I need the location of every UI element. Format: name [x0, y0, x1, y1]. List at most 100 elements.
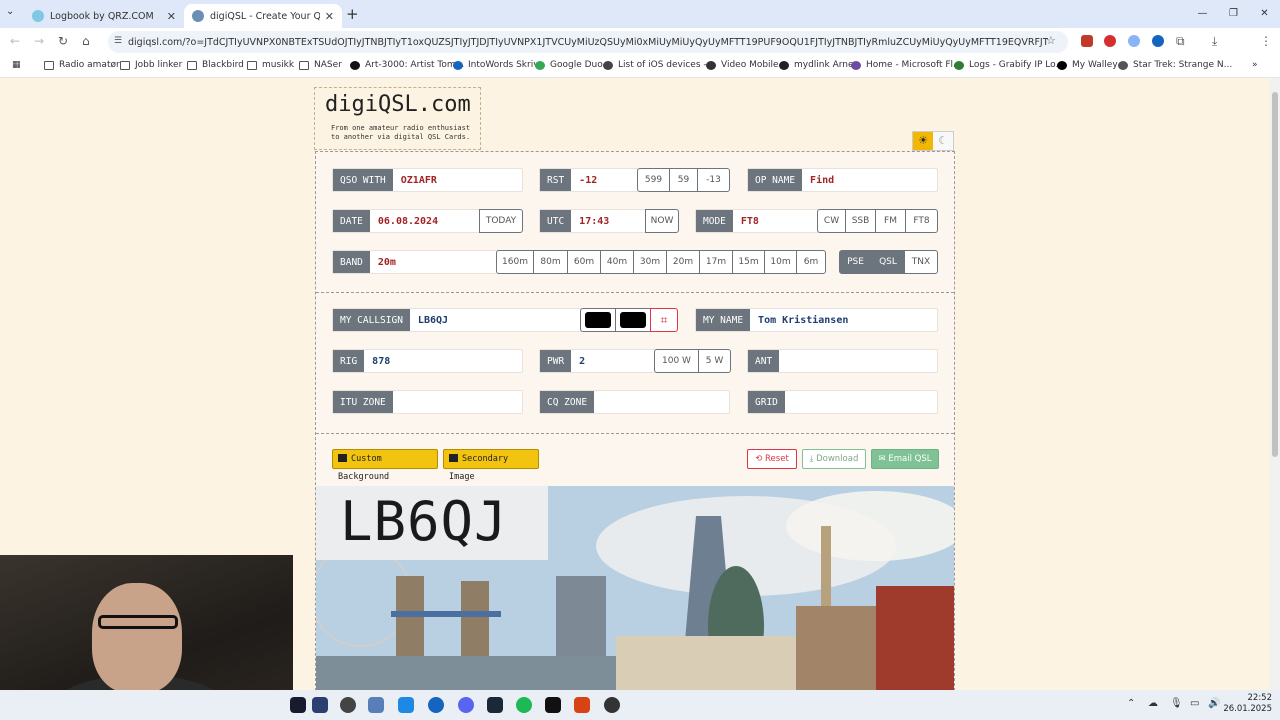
site-info-icon[interactable]: ☰ [114, 36, 122, 46]
rst-preset-button[interactable]: 59 [670, 168, 698, 192]
spotify-icon[interactable] [516, 697, 532, 713]
rst-field[interactable]: RST -12 [539, 168, 639, 192]
bookmark-link[interactable]: Google Duo [535, 60, 603, 70]
date-input[interactable]: 06.08.2024 [370, 210, 438, 232]
bookmark-link[interactable]: My Walley [1057, 60, 1118, 70]
secondary-image-button[interactable]: Secondary Image [443, 449, 539, 482]
reset-button[interactable]: ⟲ Reset [747, 449, 797, 469]
volume-icon[interactable]: 🔊 [1208, 698, 1220, 709]
close-tab-icon[interactable]: ✕ [325, 10, 334, 23]
band-preset-button[interactable]: 30m [634, 250, 667, 274]
menu-kebab-icon[interactable]: ⋮ [1260, 34, 1272, 48]
close-tab-icon[interactable]: ✕ [167, 10, 176, 23]
qso-with-input[interactable]: OZ1AFR [393, 169, 437, 191]
network-icon[interactable]: ▭ [1190, 698, 1199, 709]
band-preset-button[interactable]: 80m [534, 250, 568, 274]
tab-qrz[interactable]: Logbook by QRZ.COM ✕ [24, 4, 184, 28]
system-clock[interactable]: 22:52 26.01.2025 [1223, 693, 1272, 715]
pwr-preset-button[interactable]: 5 W [699, 349, 731, 373]
email-qsl-button[interactable]: ✉ Email QSL [871, 449, 939, 469]
bookmark-folder[interactable]: Blackbird [187, 60, 244, 70]
discord-icon[interactable] [458, 697, 474, 713]
bookmark-folder[interactable]: Jobb linker [120, 60, 182, 70]
pwr-field[interactable]: PWR 2 [539, 349, 656, 373]
adblock-icon[interactable] [1104, 35, 1116, 47]
shadow-color-swatch[interactable] [615, 308, 651, 332]
back-icon[interactable]: ← [10, 34, 20, 48]
band-preset-button[interactable]: 6m [797, 250, 826, 274]
tab-search-icon[interactable]: ⌄ [6, 6, 14, 17]
pse-toggle[interactable]: PSE [839, 250, 872, 274]
itu-zone-input[interactable] [393, 391, 401, 413]
taskbar-app-icon[interactable] [340, 697, 356, 713]
grid-field[interactable]: GRID [747, 390, 938, 414]
band-field[interactable]: BAND 20m [332, 250, 498, 274]
taskbar-app-icon[interactable] [290, 697, 306, 713]
steam-icon[interactable] [487, 697, 503, 713]
bookmark-folder[interactable]: Radio amatør [44, 60, 120, 70]
bookmark-link[interactable]: Video Mobile [706, 60, 779, 70]
new-tab-icon[interactable]: + [346, 5, 359, 23]
extensions-puzzle-icon[interactable]: ⧉ [1176, 34, 1185, 49]
download-icon[interactable]: ⤓ [1212, 34, 1217, 49]
bookmark-link[interactable]: Logs - Grabify IP Lo... [954, 60, 1064, 70]
band-preset-button[interactable]: 17m [700, 250, 733, 274]
pwr-input[interactable]: 2 [571, 350, 585, 372]
restore-icon[interactable]: ❐ [1218, 0, 1249, 28]
bookmark-folder[interactable]: NASer [299, 60, 342, 70]
cq-zone-field[interactable]: CQ ZONE [539, 390, 730, 414]
band-preset-button[interactable]: 60m [568, 250, 601, 274]
bookmark-star-icon[interactable]: ☆ [1046, 34, 1056, 47]
bookmark-link[interactable]: List of iOS devices -... [603, 60, 715, 70]
my-name-input[interactable]: Tom Kristiansen [750, 309, 848, 331]
qso-with-field[interactable]: QSO WITH OZ1AFR [332, 168, 523, 192]
taskbar-app-icon[interactable] [428, 697, 444, 713]
bookmark-link[interactable]: Star Trek: Strange N... [1118, 60, 1232, 70]
today-button[interactable]: TODAY [479, 209, 523, 233]
taskbar-app-icon[interactable] [312, 697, 328, 713]
bookmarks-overflow-icon[interactable]: » [1252, 60, 1258, 70]
bookmark-folder[interactable]: musikk [247, 60, 294, 70]
extension-icon[interactable] [1128, 35, 1140, 47]
op-name-field[interactable]: OP NAME Find [747, 168, 938, 192]
rst-preset-button[interactable]: -13 [698, 168, 730, 192]
band-preset-button[interactable]: 20m [667, 250, 700, 274]
home-icon[interactable]: ⌂ [82, 34, 90, 48]
moon-icon[interactable]: ☾ [933, 132, 953, 150]
ant-field[interactable]: ANT [747, 349, 938, 373]
minimize-icon[interactable]: — [1187, 0, 1218, 28]
op-name-input[interactable]: Find [802, 169, 834, 191]
extension-icon[interactable] [1152, 35, 1164, 47]
mode-preset-button[interactable]: SSB [846, 209, 876, 233]
utc-field[interactable]: UTC 17:43 [539, 209, 647, 233]
bookmark-link[interactable]: Art-3000: Artist Tom... [350, 60, 464, 70]
taskbar-app-icon[interactable] [368, 697, 384, 713]
my-callsign-field[interactable]: MY CALLSIGN LB6QJ [332, 308, 582, 332]
extension-icon[interactable] [1081, 35, 1093, 47]
forward-icon[interactable]: → [34, 34, 44, 48]
text-color-swatch[interactable] [580, 308, 616, 332]
itu-zone-field[interactable]: ITU ZONE [332, 390, 523, 414]
band-preset-button[interactable]: 10m [765, 250, 797, 274]
cloud-icon[interactable]: ☁ [1148, 698, 1158, 709]
taskbar-app-icon[interactable] [545, 697, 561, 713]
now-button[interactable]: NOW [645, 209, 679, 233]
band-input[interactable]: 20m [370, 251, 396, 273]
microphone-icon[interactable]: 🎙 [1170, 698, 1183, 709]
band-preset-button[interactable]: 40m [601, 250, 634, 274]
rst-preset-button[interactable]: 599 [637, 168, 670, 192]
mode-field[interactable]: MODE FT8 [695, 209, 819, 233]
grid-input[interactable] [785, 391, 793, 413]
url-field[interactable]: ☰ digiqsl.com/?o=JTdCJTIyUVNPX0NBTExTSUd… [108, 31, 1068, 53]
tab-digiqsl[interactable]: digiQSL - Create Your QSL Card ✕ [184, 4, 342, 28]
reload-icon[interactable]: ↻ [58, 34, 68, 48]
rig-field[interactable]: RIG 878 [332, 349, 523, 373]
download-button[interactable]: ⤓ Download [802, 449, 866, 469]
cq-zone-input[interactable] [594, 391, 602, 413]
date-field[interactable]: DATE 06.08.2024 [332, 209, 482, 233]
my-callsign-input[interactable]: LB6QJ [410, 309, 448, 331]
rst-input[interactable]: -12 [571, 169, 597, 191]
site-logo[interactable]: digiQSL.com From one amateur radio enthu… [314, 87, 481, 150]
ant-input[interactable] [779, 350, 787, 372]
mode-input[interactable]: FT8 [733, 210, 759, 232]
